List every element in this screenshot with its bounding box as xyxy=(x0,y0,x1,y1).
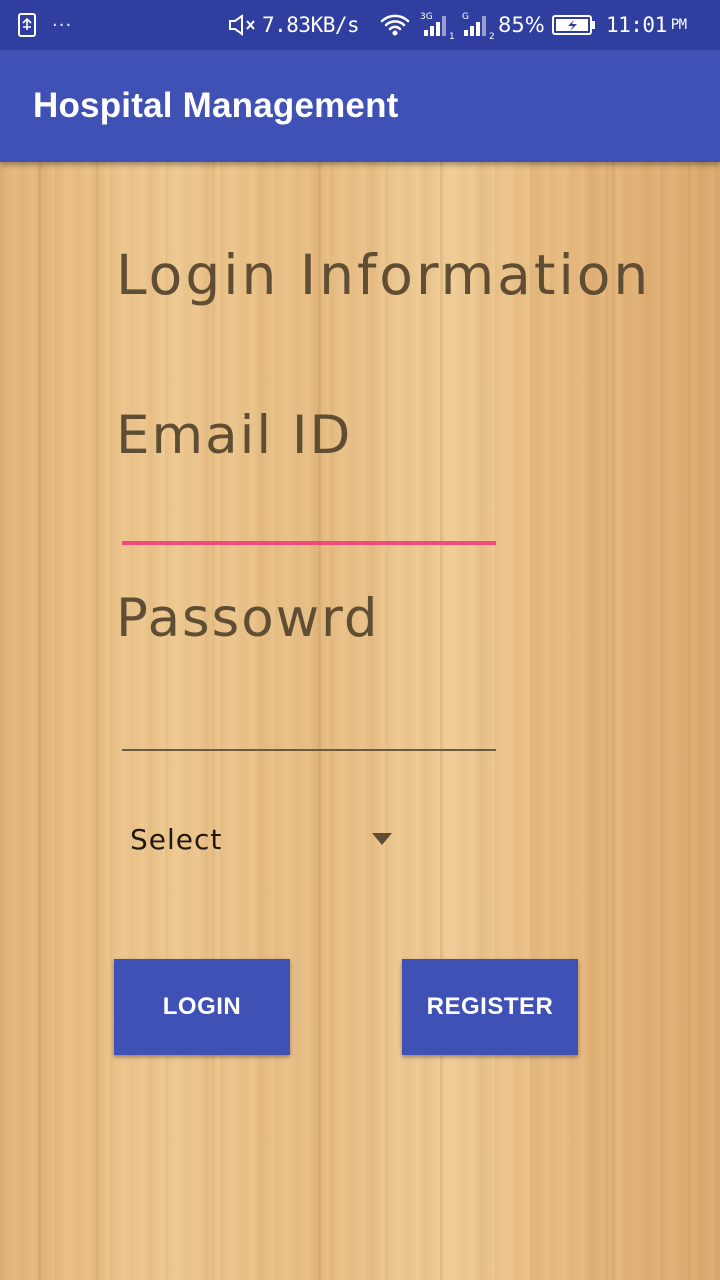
wifi-icon xyxy=(380,0,412,50)
sim2-network-type: G xyxy=(462,12,469,22)
login-button[interactable]: LOGIN xyxy=(114,959,290,1055)
register-button[interactable]: REGISTER xyxy=(402,959,578,1055)
clock-time: 11:01 xyxy=(606,13,667,37)
battery-percent: 85% xyxy=(498,13,545,37)
password-input-underline xyxy=(122,749,496,751)
password-label: Passowrd xyxy=(116,588,380,649)
network-speed: 7.83KB/s xyxy=(262,13,360,37)
dropdown-arrow-icon xyxy=(372,833,392,845)
battery-charging-icon xyxy=(552,0,596,50)
mute-icon xyxy=(228,0,258,50)
app-title: Hospital Management xyxy=(33,86,399,125)
usb-icon xyxy=(16,0,40,50)
signal-sim1-icon: 3G 1 xyxy=(418,0,456,50)
role-spinner[interactable]: Select xyxy=(122,810,402,868)
svg-text:1: 1 xyxy=(449,32,455,40)
email-input-underline xyxy=(122,541,496,545)
role-spinner-value: Select xyxy=(130,822,223,856)
login-information-heading: Login Information xyxy=(116,243,652,307)
email-input[interactable] xyxy=(122,488,500,540)
sim1-network-type: 3G xyxy=(420,12,433,22)
more-notifications-icon: ··· xyxy=(52,14,73,36)
password-input[interactable] xyxy=(122,696,500,748)
signal-sim2-icon: G 2 xyxy=(460,0,496,50)
clock-ampm: PM xyxy=(670,17,687,33)
app-bar: Hospital Management xyxy=(0,50,720,162)
clock: 11:01 PM xyxy=(606,0,687,50)
email-label: Email ID xyxy=(116,405,353,466)
status-bar: ··· 7.83KB/s 3G 1 G 2 85% 11:01 PM xyxy=(0,0,720,50)
svg-text:2: 2 xyxy=(489,32,495,40)
